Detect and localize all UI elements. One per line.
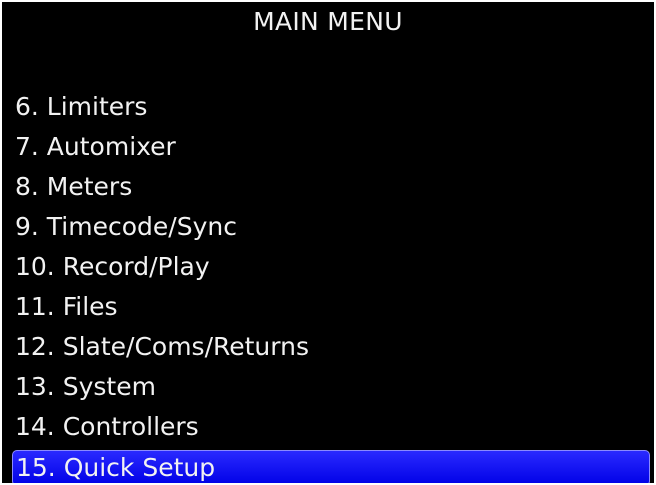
- device-screen: MAIN MENU 6. Limiters 7. Automixer 8. Me…: [2, 2, 654, 483]
- menu-item-limiters[interactable]: 6. Limiters: [2, 88, 654, 128]
- menu-item-controllers[interactable]: 14. Controllers: [2, 408, 654, 448]
- menu-item-record-play[interactable]: 10. Record/Play: [2, 248, 654, 288]
- menu-item-slate-coms-returns[interactable]: 12. Slate/Coms/Returns: [2, 328, 654, 368]
- menu-item-automixer[interactable]: 7. Automixer: [2, 128, 654, 168]
- menu-title: MAIN MENU: [253, 7, 403, 36]
- menu-item-meters[interactable]: 8. Meters: [2, 168, 654, 208]
- menu-item-timecode-sync[interactable]: 9. Timecode/Sync: [2, 208, 654, 248]
- menu-item-files[interactable]: 11. Files: [2, 288, 654, 328]
- main-menu-list: 6. Limiters 7. Automixer 8. Meters 9. Ti…: [2, 88, 654, 483]
- menu-item-quick-setup[interactable]: 15. Quick Setup: [12, 450, 650, 483]
- menu-item-system[interactable]: 13. System: [2, 368, 654, 408]
